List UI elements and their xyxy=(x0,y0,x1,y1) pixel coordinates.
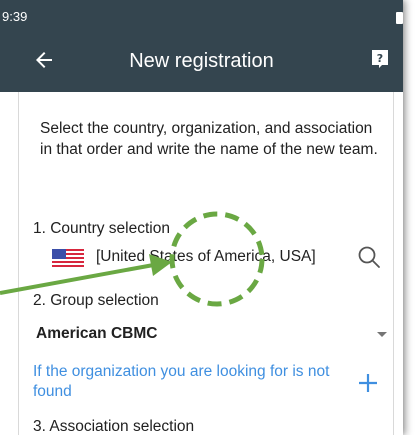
instructions-text: Select the country, organization, and as… xyxy=(40,120,378,158)
group-select-dropdown[interactable]: American CBMC xyxy=(33,324,387,346)
status-bar: 9:39 xyxy=(0,0,403,30)
registration-form: Select the country, organization, and as… xyxy=(18,92,394,435)
country-value: [United States of America, USA] xyxy=(96,248,316,265)
search-icon[interactable] xyxy=(356,244,382,270)
chevron-down-icon xyxy=(377,332,387,337)
battery-icon xyxy=(396,12,403,24)
organization-not-found-link[interactable]: If the organization you are looking for … xyxy=(33,362,333,402)
help-icon[interactable]: ? xyxy=(369,48,391,70)
plus-icon[interactable] xyxy=(357,372,379,394)
country-selection-label: 1. Country selection xyxy=(33,220,170,237)
us-flag-icon xyxy=(52,249,84,267)
svg-text:?: ? xyxy=(377,52,383,65)
association-selection-label: 3. Association selection xyxy=(33,418,195,435)
page-title: New registration xyxy=(129,50,274,72)
country-selection-field[interactable]: [United States of America, USA] xyxy=(52,245,382,271)
group-selected-value: American CBMC xyxy=(36,325,158,342)
phone-screen: 9:39 New registration ? Select the count… xyxy=(0,0,403,435)
group-selection-label: 2. Group selection xyxy=(33,292,159,309)
status-time: 9:39 xyxy=(2,9,28,24)
app-bar: New registration ? xyxy=(0,30,403,92)
